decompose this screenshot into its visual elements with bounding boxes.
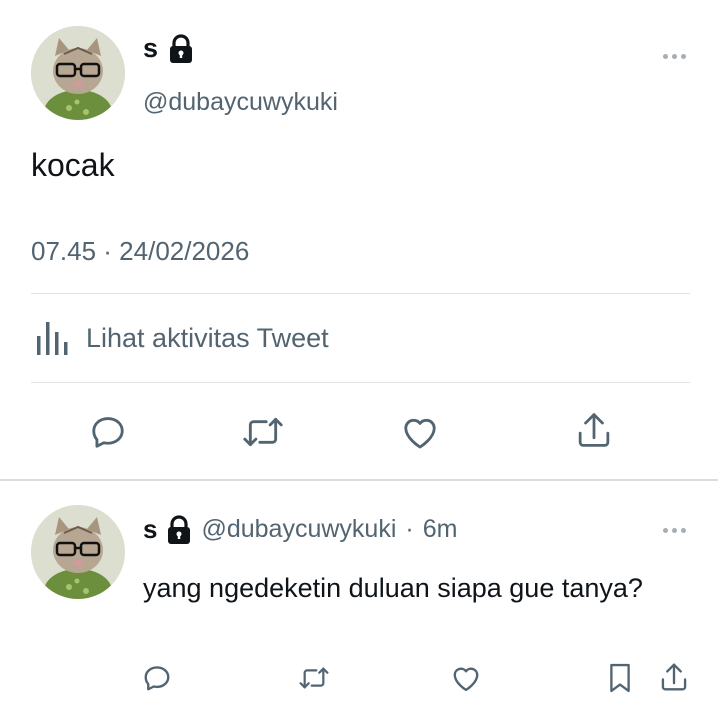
avatar-image: [31, 26, 125, 120]
retweet-icon: [299, 667, 329, 689]
reply-handle[interactable]: @dubaycuwykuki: [201, 515, 396, 544]
like-icon: [453, 667, 479, 692]
more-icon[interactable]: [663, 54, 686, 59]
share-button[interactable]: [572, 408, 616, 452]
tweet-activity-link[interactable]: Lihat aktivitas Tweet: [36, 320, 329, 356]
reply-more-icon[interactable]: [663, 528, 686, 533]
reply-icon: [92, 417, 124, 448]
tweet-text: kocak: [31, 147, 115, 183]
bookmark-icon: [610, 663, 630, 693]
reply-icon: [144, 666, 170, 691]
handle[interactable]: @dubaycuwykuki: [143, 88, 338, 117]
retweet-button[interactable]: [241, 410, 285, 454]
share-icon: [578, 413, 610, 447]
divider: [31, 293, 690, 294]
share-icon: [661, 663, 687, 691]
lock-icon: [166, 514, 192, 545]
reply-separator: ·: [405, 515, 414, 543]
tweet-activity-label: Lihat aktivitas Tweet: [86, 322, 329, 353]
reply-avatar[interactable]: [31, 505, 125, 599]
tweet-timestamp[interactable]: 07.45 · 24/02/2026: [31, 236, 249, 267]
reply-like-button[interactable]: [449, 661, 483, 695]
reply-reply-button[interactable]: [140, 661, 174, 695]
reply-display-name[interactable]: s: [143, 514, 157, 545]
reply-text: yang ngedeketin duluan siapa gue tanya?: [143, 573, 643, 603]
reply-bookmark-button[interactable]: [604, 660, 636, 696]
avatar-image: [31, 505, 125, 599]
divider: [31, 382, 690, 383]
lock-icon: [168, 33, 194, 64]
reply-button[interactable]: [86, 410, 130, 454]
analytics-icon: [36, 320, 70, 356]
display-name[interactable]: s: [143, 33, 158, 64]
reply-retweet-button[interactable]: [296, 661, 332, 695]
like-icon: [404, 418, 436, 449]
section-divider: [0, 479, 718, 481]
retweet-icon: [243, 417, 283, 447]
avatar[interactable]: [31, 26, 125, 120]
reply-share-button[interactable]: [657, 659, 691, 695]
like-button[interactable]: [398, 410, 442, 454]
reply-time[interactable]: 6m: [423, 515, 458, 544]
